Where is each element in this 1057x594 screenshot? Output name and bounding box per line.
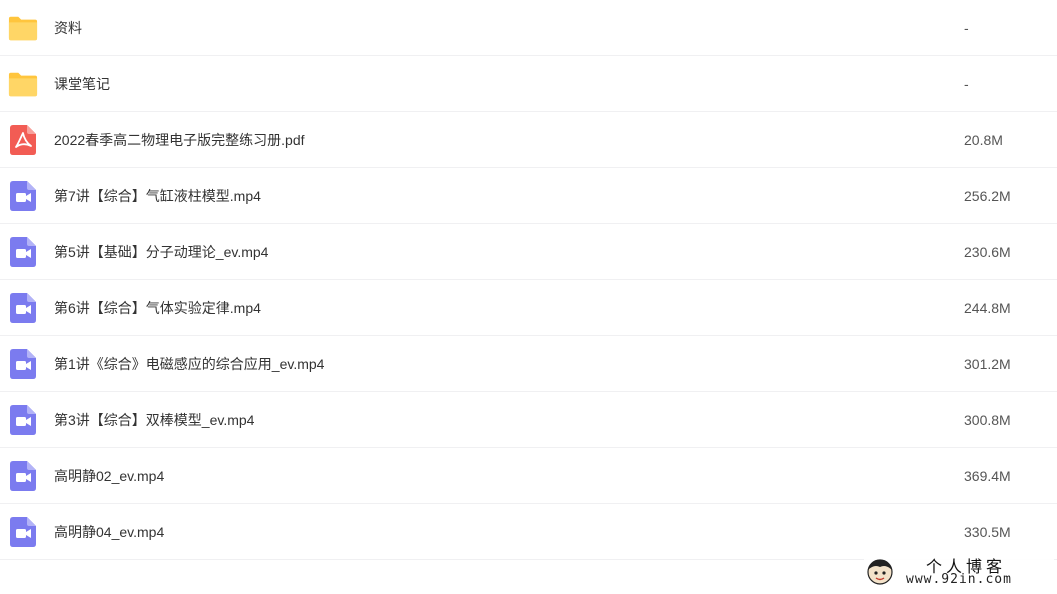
file-size: 20.8M	[964, 131, 1003, 148]
folder-icon	[8, 69, 38, 99]
list-item-folder[interactable]: 资料 -	[0, 0, 1057, 56]
list-item-video[interactable]: 第3讲【综合】双棒模型_ev.mp4 300.8M	[0, 392, 1057, 448]
video-icon	[8, 460, 38, 491]
file-size: -	[964, 75, 969, 92]
file-name: 第3讲【综合】双棒模型_ev.mp4	[54, 411, 255, 428]
file-name: 课堂笔记	[54, 75, 110, 92]
list-item-folder[interactable]: 课堂笔记 -	[0, 56, 1057, 112]
file-size: 301.2M	[964, 355, 1011, 372]
file-size: 230.6M	[964, 243, 1011, 260]
mascot-face-icon	[866, 558, 894, 586]
list-item-video[interactable]: 第5讲【基础】分子动理论_ev.mp4 230.6M	[0, 224, 1057, 280]
video-icon	[8, 404, 38, 435]
video-icon	[8, 516, 38, 547]
file-name: 资料	[54, 19, 82, 36]
video-icon	[8, 180, 38, 211]
file-size: 244.8M	[964, 299, 1011, 316]
file-size: 330.5M	[964, 523, 1011, 540]
file-size: 300.8M	[964, 411, 1011, 428]
list-item-pdf[interactable]: 2022春季高二物理电子版完整练习册.pdf 20.8M	[0, 112, 1057, 168]
list-item-video[interactable]: 第1讲《综合》电磁感应的综合应用_ev.mp4 301.2M	[0, 336, 1057, 392]
file-name: 第7讲【综合】气缸液柱模型.mp4	[54, 187, 261, 204]
file-name: 第5讲【基础】分子动理论_ev.mp4	[54, 243, 269, 260]
file-size: -	[964, 19, 969, 36]
file-size: 369.4M	[964, 467, 1011, 484]
folder-icon	[8, 13, 38, 43]
list-item-video[interactable]: 第6讲【综合】气体实验定律.mp4 244.8M	[0, 280, 1057, 336]
file-name: 高明静04_ev.mp4	[54, 523, 165, 540]
video-icon	[8, 236, 38, 267]
pdf-icon	[8, 124, 38, 155]
file-name: 2022春季高二物理电子版完整练习册.pdf	[54, 131, 305, 148]
list-item-video[interactable]: 第7讲【综合】气缸液柱模型.mp4 256.2M	[0, 168, 1057, 224]
video-icon	[8, 348, 38, 379]
blog-watermark: 个人博客 www.92in.com	[864, 552, 1054, 592]
file-name: 第1讲《综合》电磁感应的综合应用_ev.mp4	[54, 355, 325, 372]
watermark-url: www.92in.com	[906, 572, 1012, 587]
video-icon	[8, 292, 38, 323]
list-item-video[interactable]: 高明静02_ev.mp4 369.4M	[0, 448, 1057, 504]
file-name: 高明静02_ev.mp4	[54, 467, 165, 484]
file-name: 第6讲【综合】气体实验定律.mp4	[54, 299, 261, 316]
file-size: 256.2M	[964, 187, 1011, 204]
